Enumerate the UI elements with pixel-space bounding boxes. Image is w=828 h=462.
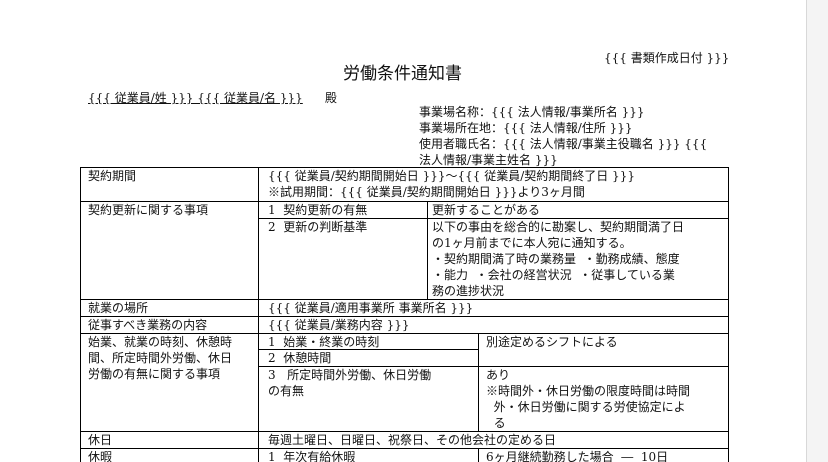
leave-label: 休暇 [88, 450, 113, 462]
holidays-value: 毎週土曜日、日曜日、祝祭日、その他会社の定める日 [268, 433, 557, 447]
employer-title-line1: 使用者職氏名：{{{ 法人情報/事業主役職名 }}} {{{ [419, 137, 708, 151]
holidays-label: 休日 [88, 433, 113, 447]
hours-label-line-2: 間、所定時間外労働、休日 [88, 351, 233, 365]
hours-item3-value-line-2: ※時間外・休日労働の限度時間は時間 [486, 384, 691, 398]
hours-item3-value-line-1: あり [486, 368, 511, 382]
hours-item1-value: 別途定めるシフトによる [486, 335, 618, 349]
renewal-criteria-line-5: 務の進捗状況 [432, 284, 505, 298]
hours-item3-value-line-3: 外・休日労働に関する労使協定によ [486, 400, 686, 414]
workplace-address: 事業場所在地：{{{ 法人情報/住所 }}} [419, 121, 633, 135]
renewal-item1-value: 更新することがある [432, 203, 541, 217]
duties-label: 従事すべき業務の内容 [88, 318, 208, 332]
document-title: 労働条件通知書 [343, 64, 462, 84]
employee-name: {{{ 従業員/姓 }}} {{{ 従業員/名 }}} [88, 91, 303, 105]
renewal-criteria-line-2: の1ヶ月前までに本人宛に通知する。 [432, 236, 632, 250]
workplace-value: {{{ 従業員/適用事業所 事業所名 }}} [268, 301, 474, 315]
hours-item3-label-line-1: 3 所定時間外労働、休日労働 [268, 368, 432, 382]
hours-item3-value-line-4: る [486, 416, 506, 430]
renewal-label: 契約更新に関する事項 [88, 203, 209, 217]
hours-item3-label-line-2: の有無 [268, 384, 305, 398]
renewal-item2-label: 2 更新の判断基準 [268, 220, 368, 234]
honorific: 殿 [325, 91, 338, 105]
document-page: {{{ 書類作成日付 }}} 労働条件通知書 {{{ 従業員/姓 }}} {{{… [0, 0, 807, 462]
contract-period-value: {{{ 従業員/契約期間開始日 }}}～{{{ 従業員/契約期間終了日 }}} [268, 169, 635, 183]
renewal-criteria-line-1: 以下の事由を総合的に勘案し、契約期間満了日 [432, 220, 685, 234]
hours-label-line-1: 始業、就業の時刻、休憩時 [88, 335, 233, 349]
employer-title-line2: 法人情報/事業主姓名 }}} [419, 153, 558, 167]
renewal-criteria-line-3: ・契約期間満了時の業務量 ・勤務成績、態度 [432, 252, 680, 266]
workplace-label: 就業の場所 [88, 301, 149, 315]
hours-item1-label: 1 始業・終業の時刻 [268, 335, 380, 349]
renewal-item1-label: 1 契約更新の有無 [268, 203, 368, 217]
renewal-criteria-line-4: ・能力 ・会社の経営状況 ・従事している業 [432, 268, 675, 282]
leave-item1-label: 1 年次有給休暇 [268, 450, 356, 462]
leave-item1-value: 6ヶ月継続勤務した場合 ― 10日 [486, 450, 669, 462]
workplace-name: 事業場名称：{{{ 法人情報/事業所名 }}} [419, 105, 645, 119]
hours-item2-label: 2 休憩時間 [268, 351, 332, 365]
contract-period-label: 契約期間 [88, 169, 137, 183]
trial-period-value: ※試用期間：{{{ 従業員/契約期間開始日 }}}より3ヶ月間 [268, 185, 585, 199]
duties-value: {{{ 従業員/業務内容 }}} [268, 318, 410, 332]
document-date: {{{ 書類作成日付 }}} [604, 51, 730, 65]
hours-label-line-3: 労働の有無に関する事項 [88, 367, 221, 381]
